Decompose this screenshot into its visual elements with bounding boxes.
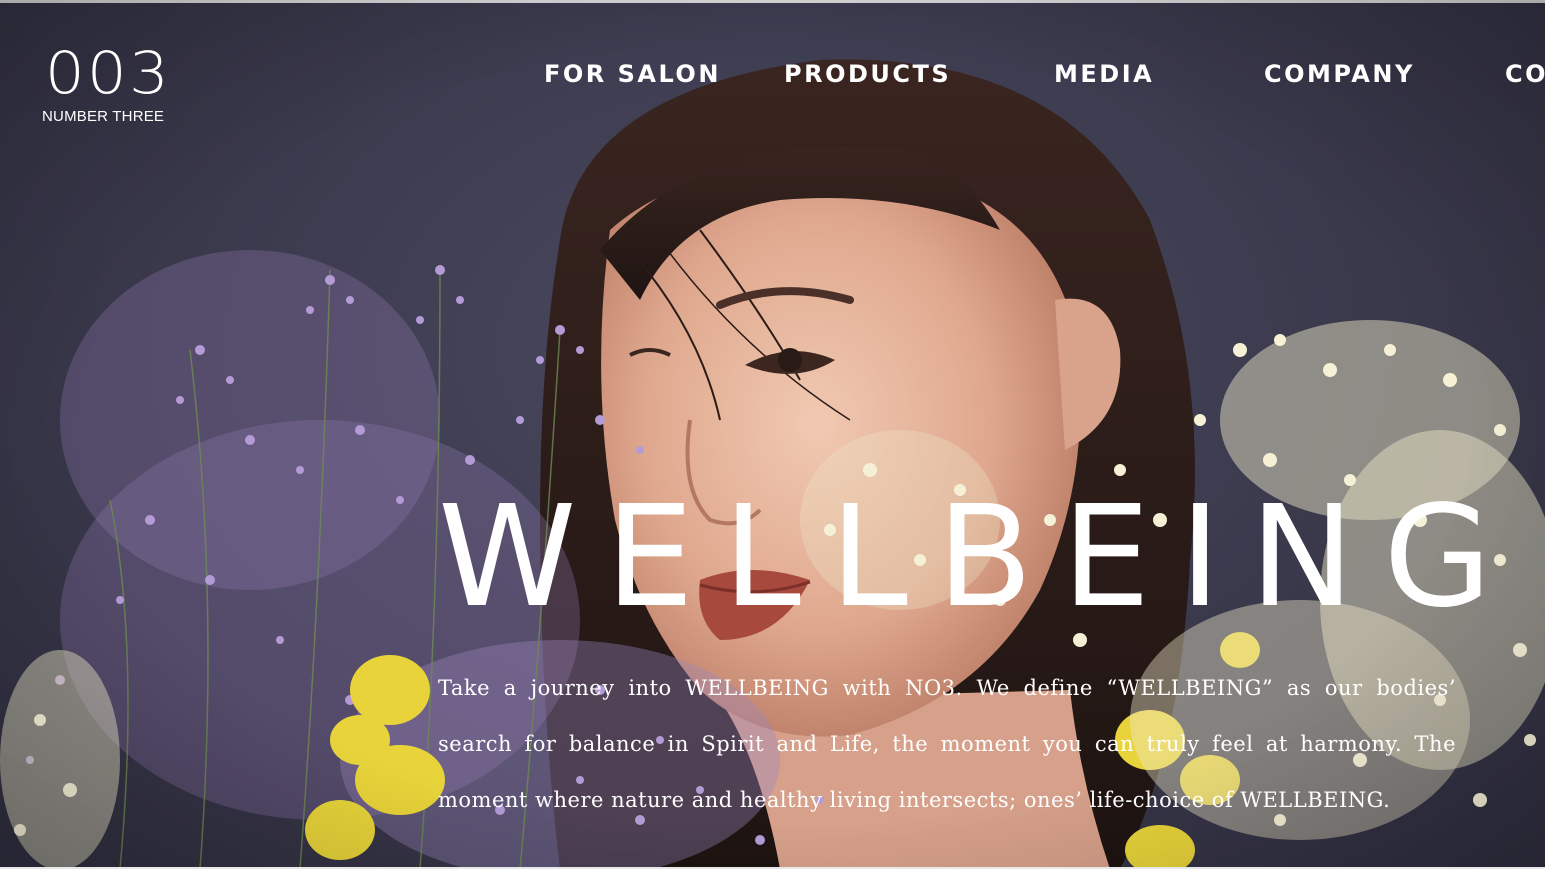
nav-item-company[interactable]: COMPANY	[1264, 60, 1415, 88]
nav-item-contact[interactable]: CO	[1505, 60, 1545, 88]
nav-item-media[interactable]: MEDIA	[1054, 60, 1154, 88]
hero-body-text: Take a journey into WELLBEING with NO3. …	[438, 676, 1456, 812]
hero-headline: WELLBEING	[438, 476, 1521, 639]
nav-item-products[interactable]: PRODUCTS	[784, 60, 951, 88]
hero-section: 003 NUMBER THREE FOR SALON PRODUCTS MEDI…	[0, 0, 1545, 869]
logo-subtitle: NUMBER THREE	[42, 108, 165, 125]
nav-item-for-salon[interactable]: FOR SALON	[544, 60, 721, 88]
main-nav: FOR SALON PRODUCTS MEDIA COMPANY CO	[0, 60, 1545, 96]
